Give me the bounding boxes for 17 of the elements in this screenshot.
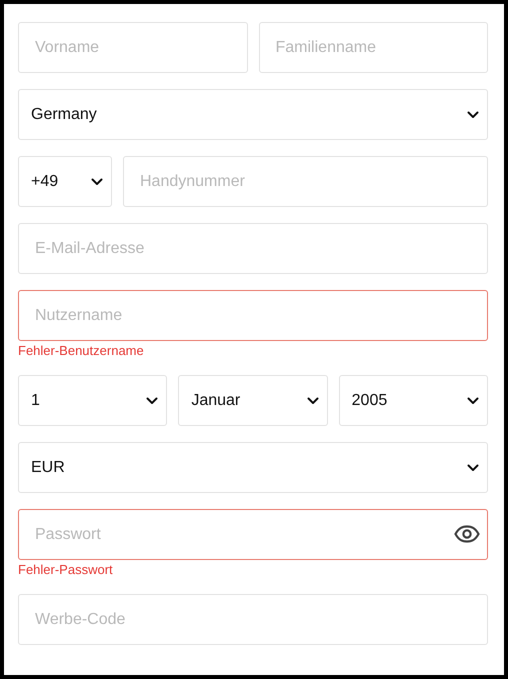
- chevron-down-icon: [467, 464, 479, 472]
- error-message: Fehler-Benutzername: [18, 342, 144, 359]
- password-field[interactable]: Passwort: [18, 509, 488, 560]
- error-message: Fehler-Passwort: [18, 561, 113, 578]
- dropdown[interactable]: Januar: [178, 375, 328, 426]
- chevron-down-icon: [306, 396, 319, 404]
- dropdown[interactable]: EUR: [18, 442, 488, 493]
- chevron-down-icon: [91, 178, 103, 186]
- chevron-down-icon: [146, 396, 158, 404]
- dropdown[interactable]: 2005: [338, 375, 488, 426]
- dropdown[interactable]: Germany: [18, 89, 488, 140]
- dropdown[interactable]: 1: [18, 375, 168, 426]
- chevron-down-icon: [466, 396, 479, 404]
- chevron-down-icon: [467, 110, 479, 118]
- eye-icon[interactable]: [454, 525, 480, 543]
- dropdown[interactable]: +49: [18, 156, 112, 207]
- text-field[interactable]: Nutzername: [18, 290, 488, 341]
